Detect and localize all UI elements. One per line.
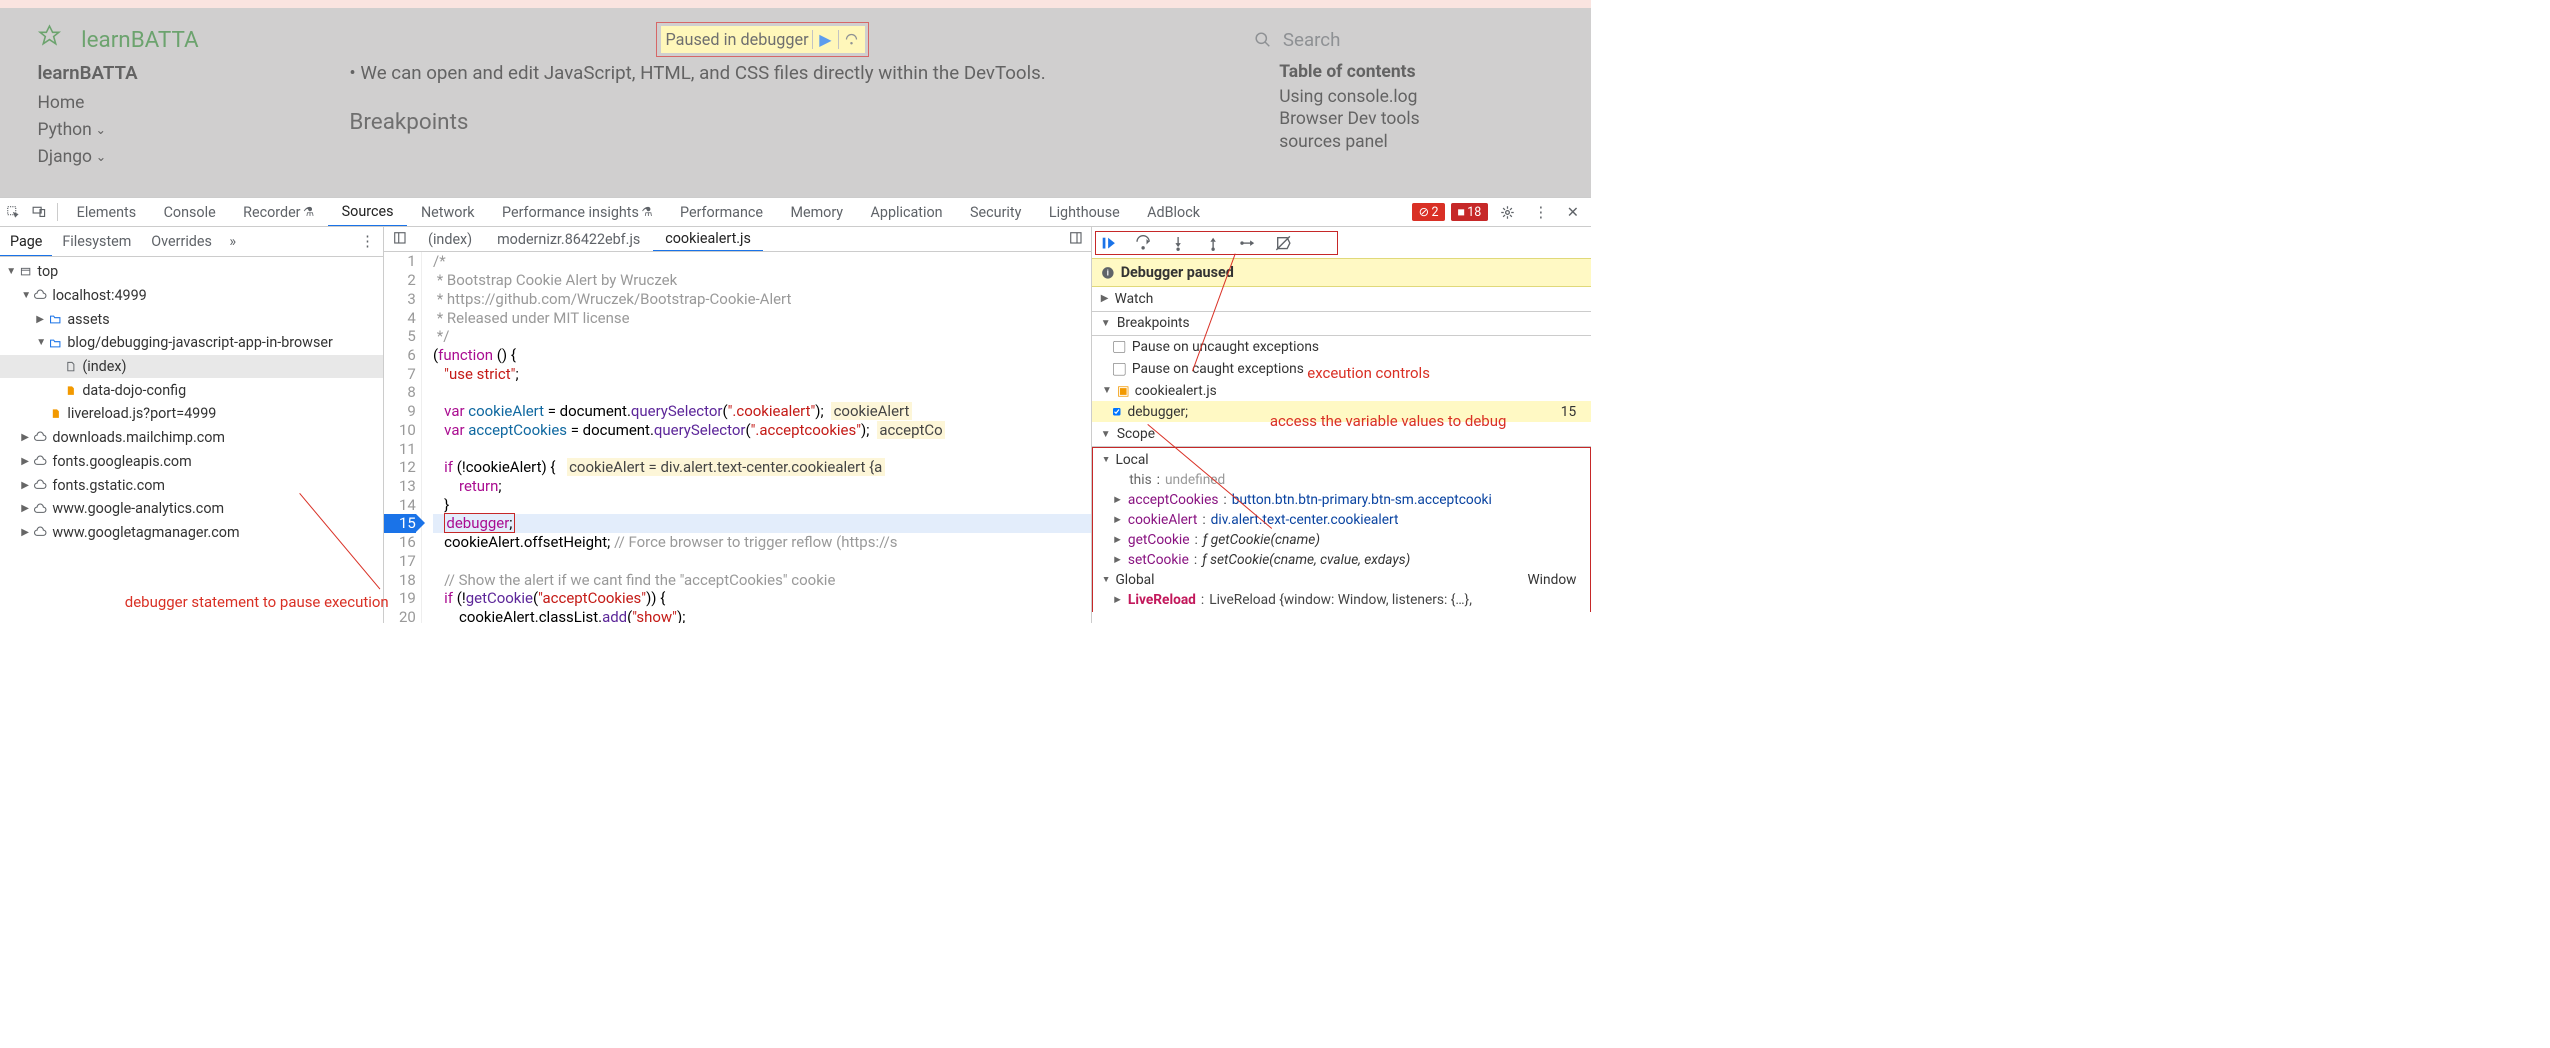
sidebar-item-home[interactable]: Home	[37, 89, 312, 116]
search-input[interactable]: Search	[1242, 24, 1554, 56]
debugger-status: i Debugger paused	[1092, 258, 1591, 287]
svg-text:i: i	[1107, 268, 1109, 277]
devtools-tab-network[interactable]: Network	[407, 198, 488, 227]
chevron-down-icon: ▼	[1101, 429, 1111, 440]
annotation-box	[1095, 231, 1338, 255]
toc-item[interactable]: sources panel	[1279, 130, 1554, 152]
annotation-box: Paused in debugger ▶	[656, 22, 868, 57]
devtools-tabbar: ElementsConsoleRecorder⚗SourcesNetworkPe…	[0, 198, 1591, 228]
scope-body: ▼Local this: undefined ▶acceptCookies: b…	[1092, 447, 1591, 612]
sidebar-title: learnBATTA	[37, 62, 312, 84]
scope-variable[interactable]: ▶acceptCookies: button.btn.btn-primary.b…	[1102, 490, 1582, 510]
devtools-panel: ElementsConsoleRecorder⚗SourcesNetworkPe…	[0, 197, 1591, 624]
breakpoint-file[interactable]: ▼▣cookiealert.js	[1092, 380, 1591, 401]
sidebar-item-django[interactable]: Django ⌄	[37, 144, 312, 171]
error-badge[interactable]: ⊘ 2	[1412, 203, 1444, 221]
step-into-button[interactable]	[1170, 234, 1187, 251]
deactivate-breakpoints-button[interactable]	[1275, 234, 1292, 251]
tree-item[interactable]: ▶fonts.googleapis.com	[0, 450, 383, 474]
toggle-sidebar-icon[interactable]	[1060, 231, 1091, 249]
tree-item[interactable]: ▼top	[0, 260, 383, 284]
table-of-contents: Table of contents Using console.log Brow…	[1279, 62, 1554, 171]
step-button[interactable]	[1240, 234, 1257, 251]
close-icon[interactable]: ✕	[1560, 198, 1585, 227]
search-icon	[1254, 31, 1271, 48]
scope-variable[interactable]: ▶getCookie: ƒ getCookie(cname)	[1102, 530, 1582, 550]
tree-item[interactable]: livereload.js?port=4999	[0, 402, 383, 426]
source-code[interactable]: /* * Bootstrap Cookie Alert by Wruczek *…	[422, 252, 1091, 623]
devtools-tab-application[interactable]: Application	[857, 198, 956, 227]
content-bullet: • We can open and edit JavaScript, HTML,…	[349, 62, 1279, 84]
tree-item[interactable]: ▶assets	[0, 307, 383, 331]
tree-item[interactable]: ▼localhost:4999	[0, 284, 383, 308]
file-tab-page[interactable]: Page	[0, 227, 52, 256]
tree-item[interactable]: data-dojo-config	[0, 378, 383, 402]
scope-variable[interactable]: ▶LiveReload: LiveReload {window: Window,…	[1102, 590, 1582, 610]
devtools-tab-memory[interactable]: Memory	[777, 198, 857, 227]
info-icon: i	[1101, 266, 1115, 280]
code-editor: (index)modernizr.86422ebf.jscookiealert.…	[384, 227, 1092, 623]
js-file-icon: ▣	[1117, 383, 1130, 399]
resume-icon[interactable]: ▶	[817, 31, 834, 48]
file-tab-filesystem[interactable]: Filesystem	[52, 227, 141, 256]
devtools-tab-adblock[interactable]: AdBlock	[1133, 198, 1213, 227]
settings-icon[interactable]	[1494, 198, 1521, 227]
chevron-down-icon: ▼	[1101, 318, 1111, 329]
debugger-paused-badge: Paused in debugger ▶	[661, 26, 865, 52]
annotation-text: debugger statement to pause execution	[125, 593, 389, 611]
tree-item[interactable]: (index)	[0, 355, 383, 379]
sources-file-panel: PageFilesystemOverrides » ⋮ ▼top▼localho…	[0, 227, 384, 623]
annotation-text: access the variable values to debug	[1270, 412, 1507, 430]
site-logo-icon	[37, 24, 62, 56]
step-out-button[interactable]	[1205, 234, 1222, 251]
devtools-tab-performance-insights[interactable]: Performance insights⚗	[488, 198, 666, 227]
step-over-icon[interactable]	[842, 31, 859, 48]
tree-item[interactable]: ▶fonts.gstatic.com	[0, 473, 383, 497]
annotation-text: exceution controls	[1307, 364, 1430, 382]
toc-item[interactable]: Using console.log	[1279, 86, 1554, 108]
breakpoints-section[interactable]: ▼Breakpoints	[1092, 312, 1591, 336]
tree-item[interactable]: ▼blog/debugging-javascript-app-in-browse…	[0, 331, 383, 355]
chevron-right-icon: ▶	[1101, 293, 1109, 304]
watch-section[interactable]: ▶Watch	[1092, 287, 1591, 311]
device-toggle-icon[interactable]	[26, 198, 52, 227]
devtools-tab-console[interactable]: Console	[150, 198, 230, 227]
scope-variable[interactable]: ▶setCookie: ƒ setCookie(cname, cvalue, e…	[1102, 550, 1582, 570]
devtools-tab-lighthouse[interactable]: Lighthouse	[1035, 198, 1133, 227]
pause-uncaught-checkbox[interactable]: Pause on uncaught exceptions	[1092, 336, 1591, 358]
code-tab[interactable]: modernizr.86422ebf.js	[485, 227, 653, 251]
kebab-menu-icon[interactable]: ⋮	[352, 233, 384, 250]
file-tab-overrides[interactable]: Overrides	[141, 227, 222, 256]
code-tab[interactable]: (index)	[416, 227, 485, 251]
devtools-tab-security[interactable]: Security	[956, 198, 1035, 227]
devtools-tab-recorder[interactable]: Recorder⚗	[229, 198, 328, 227]
resume-button[interactable]	[1100, 234, 1117, 251]
more-icon[interactable]: »	[222, 233, 244, 250]
toggle-navigator-icon[interactable]	[384, 231, 415, 249]
devtools-tab-sources[interactable]: Sources	[328, 198, 407, 227]
toc-item[interactable]: Browser Dev tools	[1279, 108, 1554, 130]
devtools-tab-performance[interactable]: Performance	[666, 198, 776, 227]
code-tab[interactable]: cookiealert.js	[653, 227, 764, 251]
toc-title: Table of contents	[1279, 62, 1554, 82]
tree-item[interactable]: ▶downloads.mailchimp.com	[0, 426, 383, 450]
execution-controls	[1100, 234, 1333, 251]
file-tree: ▼top▼localhost:4999▶assets▼blog/debuggin…	[0, 257, 383, 544]
chevron-down-icon: ⌄	[96, 149, 106, 165]
inspect-icon[interactable]	[0, 198, 26, 227]
scope-variable[interactable]: ▶cookieAlert: div.alert.text-center.cook…	[1102, 510, 1582, 530]
chevron-down-icon: ⌄	[96, 122, 106, 138]
devtools-tab-elements[interactable]: Elements	[63, 198, 150, 227]
step-over-button[interactable]	[1135, 234, 1152, 251]
chevron-down-icon: ▼	[1102, 385, 1112, 396]
tree-item[interactable]: ▶www.google-analytics.com	[0, 497, 383, 521]
sidebar-item-python[interactable]: Python ⌄	[37, 116, 312, 143]
page-sidebar: learnBATTA Home Python ⌄ Django ⌄	[37, 62, 312, 171]
warning-badge[interactable]: ■ 18	[1451, 203, 1488, 220]
site-brand[interactable]: learnBATTA	[81, 27, 199, 53]
kebab-menu-icon[interactable]: ⋮	[1527, 198, 1554, 227]
section-heading: Breakpoints	[349, 109, 1279, 135]
